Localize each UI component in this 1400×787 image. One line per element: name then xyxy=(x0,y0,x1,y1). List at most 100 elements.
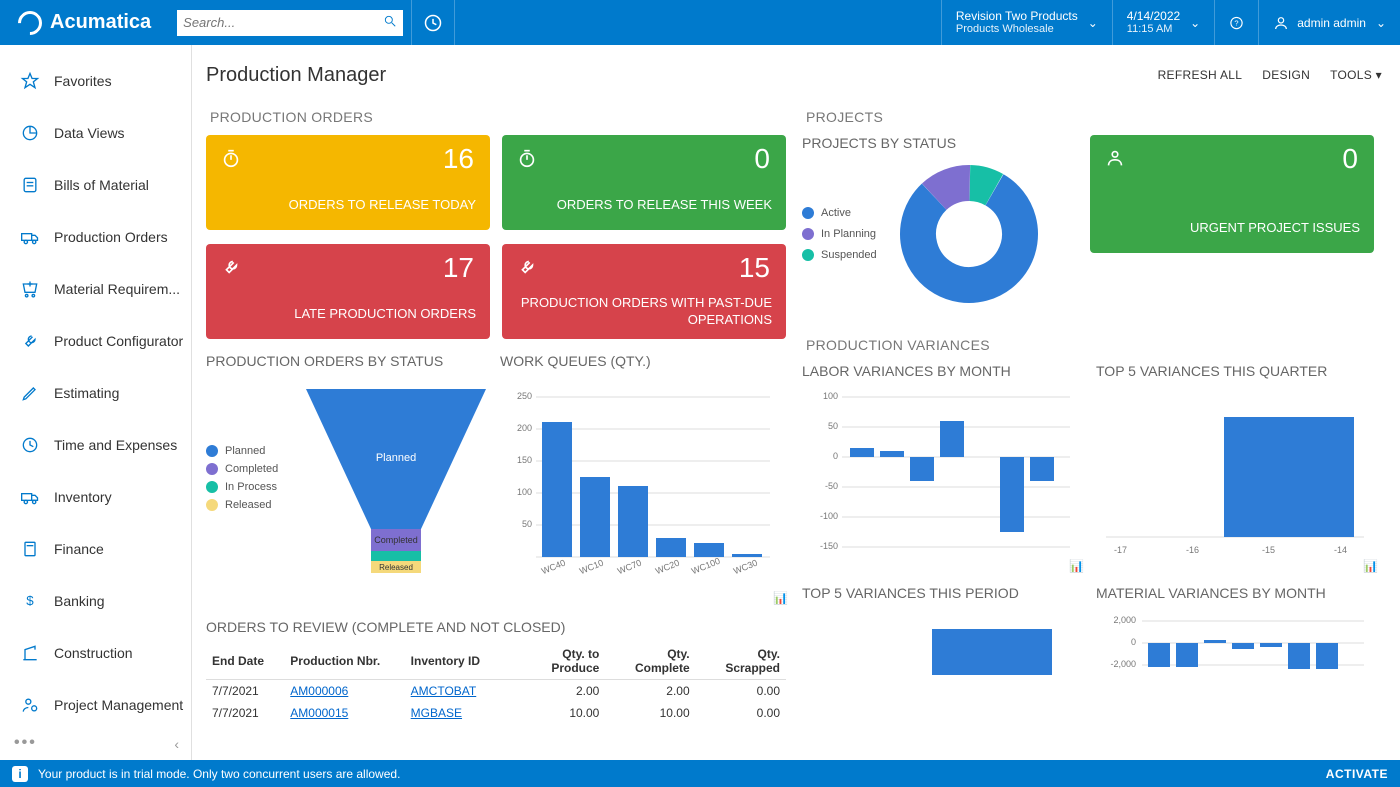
history-button[interactable] xyxy=(411,0,455,45)
orders-table: End Date Production Nbr. Inventory ID Qt… xyxy=(206,643,786,724)
sidebar-item-favorites[interactable]: Favorites xyxy=(0,55,191,107)
svg-text:Released: Released xyxy=(379,563,413,572)
col-header[interactable]: Inventory ID xyxy=(405,643,525,680)
legend-item: Completed xyxy=(206,463,278,475)
tile-label: ORDERS TO RELEASE TODAY xyxy=(289,197,476,212)
truck-icon xyxy=(18,485,42,509)
brand-logo[interactable]: Acumatica xyxy=(0,11,169,35)
panel-top5-period: TOP 5 VARIANCES THIS PERIOD xyxy=(802,585,1084,685)
trial-footer: i Your product is in trial mode. Only tw… xyxy=(0,760,1400,787)
tile-urgent-projects[interactable]: 0 URGENT PROJECT ISSUES xyxy=(1090,135,1374,253)
sidebar-item-inventory[interactable]: Inventory xyxy=(0,471,191,523)
sidebar-item-label: Estimating xyxy=(54,385,119,401)
collapse-sidebar-button[interactable]: ‹ xyxy=(174,736,179,752)
svg-text:?: ? xyxy=(1235,18,1239,27)
tile-late-orders[interactable]: 17 LATE PRODUCTION ORDERS xyxy=(206,244,490,339)
legend-item: In Process xyxy=(206,481,278,493)
sidebar-item-label: Time and Expenses xyxy=(54,437,177,453)
clock-icon xyxy=(18,433,42,457)
tenant-name: Revision Two Products xyxy=(956,9,1078,23)
global-search[interactable] xyxy=(177,10,403,36)
col-header[interactable]: Qty. toProduce xyxy=(525,643,605,680)
panel-top5-quarter: TOP 5 VARIANCES THIS QUARTER -17-16 -15-… xyxy=(1096,363,1378,573)
sidebar-item-construction[interactable]: Construction xyxy=(0,627,191,679)
trial-message: Your product is in trial mode. Only two … xyxy=(38,767,400,781)
sidebar-item-bom[interactable]: Bills of Material xyxy=(0,159,191,211)
design-button[interactable]: DESIGN xyxy=(1262,68,1310,82)
sidebar-item-dataviews[interactable]: Data Views xyxy=(0,107,191,159)
tile-release-today[interactable]: 16 ORDERS TO RELEASE TODAY xyxy=(206,135,490,230)
page-header: Production Manager REFRESH ALL DESIGN TO… xyxy=(206,57,1382,93)
sidebar: Favorites Data Views Bills of Material P… xyxy=(0,45,192,760)
chart-icon[interactable]: 📊 xyxy=(1069,559,1084,573)
calculator-icon xyxy=(18,537,42,561)
refresh-all-button[interactable]: REFRESH ALL xyxy=(1158,68,1243,82)
sidebar-item-configurator[interactable]: Product Configurator xyxy=(0,315,191,367)
section-production-orders: PRODUCTION ORDERS xyxy=(210,109,788,125)
date-text: 4/14/2022 xyxy=(1127,9,1180,23)
sidebar-item-projmgmt[interactable]: Project Management xyxy=(0,679,191,731)
bar-chart xyxy=(802,609,1074,675)
tools-button[interactable]: TOOLS ▾ xyxy=(1330,68,1382,82)
tile-label: ORDERS TO RELEASE THIS WEEK xyxy=(557,197,772,212)
panel-title: LABOR VARIANCES BY MONTH xyxy=(802,363,1084,379)
panel-title: PROJECTS BY STATUS xyxy=(802,135,1082,151)
stopwatch-icon xyxy=(220,147,242,174)
activate-button[interactable]: ACTIVATE xyxy=(1326,767,1388,781)
sidebar-item-time[interactable]: Time and Expenses xyxy=(0,419,191,471)
inventory-link[interactable]: AMCTOBAT xyxy=(411,684,477,698)
sidebar-item-prodorders[interactable]: Production Orders xyxy=(0,211,191,263)
table-row[interactable]: 7/7/2021 AM000015 MGBASE 10.00 10.00 0.0… xyxy=(206,702,786,724)
tenant-selector[interactable]: Revision Two Products Products Wholesale… xyxy=(941,0,1112,45)
chart-icon[interactable]: 📊 xyxy=(773,591,788,605)
tile-value: 15 xyxy=(739,252,770,284)
bar-chart xyxy=(1096,387,1368,557)
legend-item: Planned xyxy=(206,445,278,457)
user-icon xyxy=(1273,15,1289,31)
tile-past-due[interactable]: 15 PRODUCTION ORDERS WITH PAST-DUEOPERAT… xyxy=(502,244,786,339)
chevron-down-icon: ⌄ xyxy=(1190,16,1200,30)
sidebar-item-finance[interactable]: Finance xyxy=(0,523,191,575)
sidebar-item-banking[interactable]: $ Banking xyxy=(0,575,191,627)
col-header[interactable]: Qty.Scrapped xyxy=(696,643,786,680)
search-input[interactable] xyxy=(183,15,383,30)
sidebar-item-estimating[interactable]: Estimating xyxy=(0,367,191,419)
sidebar-item-label: Construction xyxy=(54,645,133,661)
bar-chart xyxy=(500,377,780,577)
col-header[interactable]: End Date xyxy=(206,643,284,680)
inventory-link[interactable]: MGBASE xyxy=(411,706,462,720)
section-projects: PROJECTS xyxy=(806,109,1382,125)
panel-title: MATERIAL VARIANCES BY MONTH xyxy=(1096,585,1378,601)
table-row[interactable]: 7/7/2021 AM000006 AMCTOBAT 2.00 2.00 0.0… xyxy=(206,680,786,703)
more-icon[interactable]: ••• xyxy=(14,734,37,752)
tile-label: URGENT PROJECT ISSUES xyxy=(1190,220,1360,235)
svg-text:Planned: Planned xyxy=(376,452,416,464)
tile-release-week[interactable]: 0 ORDERS TO RELEASE THIS WEEK xyxy=(502,135,786,230)
search-icon[interactable] xyxy=(383,14,397,32)
sidebar-item-label: Material Requirem... xyxy=(54,281,180,297)
dollar-icon: $ xyxy=(18,589,42,613)
svg-text:$: $ xyxy=(26,593,34,608)
sidebar-item-mrp[interactable]: Material Requirem... xyxy=(0,263,191,315)
business-date[interactable]: 4/14/2022 11:15 AM ⌄ xyxy=(1112,0,1214,45)
donut-chart xyxy=(894,159,1044,309)
sidebar-item-label: Banking xyxy=(54,593,105,609)
production-link[interactable]: AM000006 xyxy=(290,684,348,698)
chart-icon[interactable]: 📊 xyxy=(1363,559,1378,573)
bar-chart xyxy=(802,387,1074,557)
user-menu[interactable]: admin admin ⌄ xyxy=(1258,0,1400,45)
brand-text: Acumatica xyxy=(50,11,151,34)
cart-icon xyxy=(18,277,42,301)
pie-icon xyxy=(18,121,42,145)
production-link[interactable]: AM000015 xyxy=(290,706,348,720)
legend-item: In Planning xyxy=(802,228,894,240)
tile-value: 0 xyxy=(1342,143,1358,175)
col-header[interactable]: Qty.Complete xyxy=(605,643,695,680)
sidebar-item-label: Production Orders xyxy=(54,229,168,245)
list-icon xyxy=(18,173,42,197)
col-header[interactable]: Production Nbr. xyxy=(284,643,404,680)
wrench-icon xyxy=(516,256,538,283)
sidebar-item-label: Favorites xyxy=(54,73,112,89)
help-button[interactable]: ? xyxy=(1214,0,1258,45)
pencil-icon xyxy=(18,381,42,405)
